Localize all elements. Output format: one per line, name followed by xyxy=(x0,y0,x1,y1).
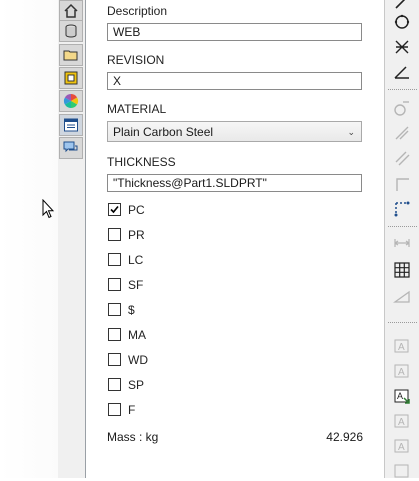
chevron-down-icon: ⌄ xyxy=(347,127,355,137)
folder-icon xyxy=(63,50,78,61)
line-tool[interactable] xyxy=(391,0,413,12)
checkbox-label-f: F xyxy=(128,403,136,417)
dimension-icon xyxy=(394,239,410,247)
corner-tool[interactable] xyxy=(391,174,413,194)
home-icon xyxy=(64,3,78,18)
tab-home[interactable] xyxy=(59,0,83,22)
offset-icon xyxy=(395,151,410,166)
comments-icon xyxy=(63,141,78,153)
checkbox-pr[interactable] xyxy=(108,228,121,241)
dimension-tool[interactable] xyxy=(391,233,413,253)
note-insert-tool[interactable]: A xyxy=(391,386,413,406)
checkbox-dollar[interactable] xyxy=(108,303,121,316)
text-more-icon: A xyxy=(394,439,409,453)
property-list-icon xyxy=(64,118,78,132)
checkbox-label-lc: LC xyxy=(128,253,144,267)
chamfer-icon xyxy=(395,126,409,140)
checkbox-label-sf: SF xyxy=(128,278,144,292)
svg-text:A: A xyxy=(397,391,403,401)
description-field[interactable]: WEB xyxy=(107,23,362,41)
checkbox-label-wd: WD xyxy=(128,353,148,367)
cylinder-icon xyxy=(65,24,77,38)
toolbar-separator xyxy=(388,89,417,90)
chamfer-tool[interactable] xyxy=(391,123,413,143)
checkbox-f[interactable] xyxy=(108,403,121,416)
checkbox-sf[interactable] xyxy=(108,278,121,291)
mass-label: Mass : kg xyxy=(107,430,159,444)
grid-tool[interactable] xyxy=(391,260,413,280)
revision-field[interactable]: X xyxy=(107,72,362,90)
panel-tab-strip xyxy=(58,0,86,478)
circle-icon xyxy=(394,14,410,29)
text-format-icon: A xyxy=(394,414,409,428)
grid-icon xyxy=(394,262,410,278)
material-select-value: Plain Carbon Steel xyxy=(113,125,214,139)
note-tool[interactable]: A xyxy=(391,336,413,356)
dotted-line-icon xyxy=(394,201,410,217)
sketch-toolbar: A A A A A xyxy=(384,0,419,478)
angle-tool[interactable] xyxy=(391,62,413,82)
checkbox-label-ma: MA xyxy=(128,328,146,342)
checkbox-sp[interactable] xyxy=(108,378,121,391)
line-icon xyxy=(395,0,406,9)
slope-icon xyxy=(393,290,410,303)
circle-tool[interactable] xyxy=(391,12,413,32)
checkbox-label-sp: SP xyxy=(128,378,145,392)
tab-comments[interactable] xyxy=(59,137,83,159)
toolbar-separator xyxy=(388,322,417,323)
svg-text:A: A xyxy=(398,417,405,428)
checkbox-label-dollar: $ xyxy=(128,303,135,317)
svg-text:A: A xyxy=(398,367,405,378)
revision-label: REVISION xyxy=(107,53,165,67)
trim-tool[interactable] xyxy=(391,37,413,57)
text-insert-icon: A xyxy=(394,389,410,404)
note-format-tool[interactable]: A xyxy=(391,411,413,431)
mouse-pointer-icon xyxy=(42,199,54,219)
checkbox-ma[interactable] xyxy=(108,328,121,341)
checkbox-pc[interactable] xyxy=(108,203,121,216)
toolbar-separator xyxy=(388,226,417,227)
tab-folder[interactable] xyxy=(59,44,83,66)
description-label: Description xyxy=(107,4,168,18)
graphics-area[interactable] xyxy=(0,0,58,478)
color-wheel-icon xyxy=(63,93,79,109)
material-label: MATERIAL xyxy=(107,102,167,116)
note-edit-tool[interactable]: A xyxy=(391,361,413,381)
custom-properties-panel: Description WEB REVISION X MATERIAL Plai… xyxy=(86,0,384,478)
fillet-icon xyxy=(394,101,409,116)
corner-icon xyxy=(396,178,409,191)
svg-text:A: A xyxy=(398,442,405,453)
offset-tool[interactable] xyxy=(391,148,413,168)
material-select[interactable]: Plain Carbon Steel ⌄ xyxy=(107,121,362,142)
checkbox-label-pc: PC xyxy=(128,203,145,217)
angle-icon xyxy=(394,66,409,79)
checkbox-label-pr: PR xyxy=(128,228,145,242)
fillet-tool[interactable] xyxy=(391,98,413,118)
construction-line-tool[interactable] xyxy=(391,199,413,219)
text-edit-icon: A xyxy=(394,364,409,378)
thickness-field[interactable]: "Thickness@Part1.SLDPRT" xyxy=(107,174,362,192)
sheet-icon xyxy=(64,71,78,85)
tab-part[interactable] xyxy=(59,20,83,42)
thickness-label: THICKNESS xyxy=(107,155,176,169)
checkbox-wd[interactable] xyxy=(108,353,121,366)
text-more-icon xyxy=(394,464,409,478)
tab-sheet[interactable] xyxy=(59,67,83,89)
trim-icon xyxy=(395,40,409,54)
slope-tool[interactable] xyxy=(391,286,413,306)
text-icon: A xyxy=(394,339,409,353)
mass-value: 42.926 xyxy=(326,430,363,444)
checkbox-lc[interactable] xyxy=(108,253,121,266)
tab-custom-properties[interactable] xyxy=(59,114,83,136)
tab-appearance[interactable] xyxy=(59,90,83,112)
checkmark-icon xyxy=(110,205,119,214)
note-extra-tool[interactable] xyxy=(391,461,413,481)
note-more-tool[interactable]: A xyxy=(391,436,413,456)
svg-text:A: A xyxy=(398,342,405,353)
